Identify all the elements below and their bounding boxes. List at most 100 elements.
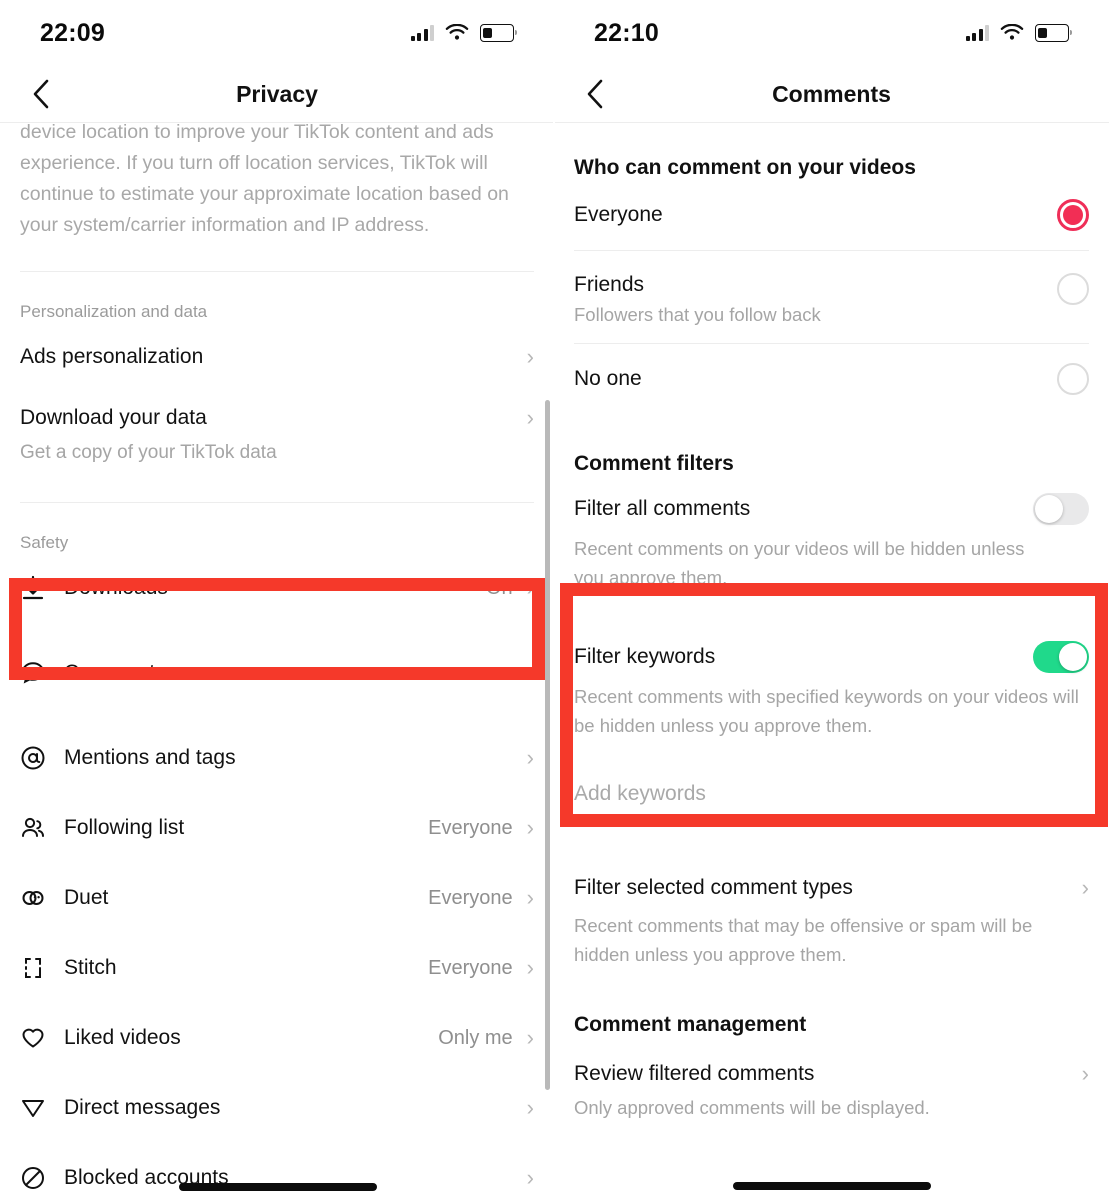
page-title-privacy: Privacy	[236, 80, 318, 107]
comment-bubble-icon	[20, 660, 64, 686]
list-item-label: Comments	[64, 661, 166, 684]
comments-scroll-body: Who can comment on your videos Everyone …	[554, 156, 1109, 1119]
toggle-knob	[1035, 495, 1063, 523]
list-item-value: Everyone	[428, 816, 513, 839]
list-item-label: Duet	[64, 886, 109, 909]
chevron-right-icon: ›	[1081, 1061, 1089, 1086]
list-item-label: Ads personalization	[20, 345, 204, 368]
chevron-right-icon: ›	[526, 344, 534, 369]
setting-filter-all-comments[interactable]: Filter all comments	[574, 486, 1089, 532]
chevron-right-icon: ›	[526, 745, 534, 770]
list-item-label: Download your data	[20, 406, 207, 429]
status-clock: 22:10	[594, 18, 659, 47]
privacy-scroll-body: device location to improve your TikTok c…	[0, 117, 554, 1200]
chevron-right-icon: ›	[526, 1095, 534, 1120]
chevron-right-icon: ›	[1081, 875, 1089, 900]
divider-2	[20, 502, 534, 503]
list-item-duet[interactable]: Duet Everyone ›	[20, 863, 534, 933]
location-description-paragraph: device location to improve your TikTok c…	[20, 121, 509, 236]
list-item-blocked-accounts[interactable]: Blocked accounts ›	[20, 1143, 534, 1200]
section-header-comment-filters: Comment filters	[574, 452, 734, 475]
section-header-who-can-comment: Who can comment on your videos	[574, 156, 916, 179]
battery-icon	[1035, 24, 1072, 42]
home-indicator-right	[732, 1182, 931, 1190]
status-bar-right: 22:10	[554, 0, 1109, 66]
chevron-right-icon: ›	[526, 660, 534, 685]
add-keywords-underline	[574, 822, 1089, 823]
stitch-icon	[20, 955, 64, 981]
radio-option-everyone[interactable]: Everyone	[574, 180, 1089, 250]
chevron-right-icon: ›	[526, 1025, 534, 1050]
send-icon	[20, 1095, 64, 1121]
list-item-review-filtered-comments[interactable]: Review filtered comments ›	[574, 1047, 1089, 1101]
radio-option-no-one[interactable]: No one	[574, 344, 1089, 414]
setting-filter-keywords[interactable]: Filter keywords	[574, 634, 1089, 680]
radio-button-everyone[interactable]	[1057, 199, 1089, 231]
screen-divider	[553, 0, 555, 1200]
list-item-download-your-data[interactable]: Download your data ›	[20, 392, 534, 444]
list-item-label: Stitch	[64, 956, 117, 979]
cellular-signal-icon	[410, 25, 434, 41]
toggle-filter-keywords[interactable]	[1033, 641, 1089, 673]
list-item-value: Everyone	[428, 956, 513, 979]
section-header-safety: Safety	[20, 533, 69, 552]
list-item-label: Review filtered comments	[574, 1062, 815, 1085]
list-item-liked-videos[interactable]: Liked videos Only me ›	[20, 1003, 534, 1073]
radio-option-label: Everyone	[574, 203, 663, 226]
wifi-icon	[445, 24, 469, 42]
radio-button-no-one[interactable]	[1057, 363, 1089, 395]
setting-sublabel-filter-all: Recent comments on your videos will be h…	[574, 538, 1025, 588]
toggle-knob	[1059, 643, 1087, 671]
download-icon	[20, 575, 64, 601]
list-item-mentions-and-tags[interactable]: Mentions and tags ›	[20, 723, 534, 793]
page-title-comments: Comments	[772, 80, 891, 107]
heart-icon	[20, 1025, 64, 1051]
list-item-ads-personalization[interactable]: Ads personalization ›	[20, 322, 534, 392]
nav-bar-right: Comments	[554, 66, 1109, 123]
add-keywords-field-wrapper[interactable]: Add keywords	[574, 782, 1089, 823]
list-item-label: Downloads	[64, 576, 168, 599]
setting-label: Filter selected comment types	[574, 876, 853, 899]
status-icons	[410, 24, 517, 42]
list-item-comments[interactable]: Comments ›	[20, 623, 534, 723]
section-header-comment-management: Comment management	[574, 1013, 807, 1036]
toggle-filter-all-comments[interactable]	[1033, 493, 1089, 525]
list-item-label: Direct messages	[64, 1096, 221, 1119]
setting-sublabel-filter-types: Recent comments that may be offensive or…	[574, 915, 1033, 965]
section-header-personalization: Personalization and data	[20, 302, 208, 321]
home-indicator-left	[179, 1183, 377, 1191]
people-icon	[20, 815, 64, 841]
status-icons	[965, 24, 1072, 42]
list-item-label: Following list	[64, 816, 185, 839]
chevron-right-icon: ›	[526, 405, 534, 430]
radio-option-label: No one	[574, 367, 642, 390]
list-item-stitch[interactable]: Stitch Everyone ›	[20, 933, 534, 1003]
status-clock: 22:09	[40, 18, 105, 47]
battery-icon	[480, 24, 517, 42]
at-sign-icon	[20, 745, 64, 771]
list-item-following-list[interactable]: Following list Everyone ›	[20, 793, 534, 863]
setting-filter-selected-comment-types[interactable]: Filter selected comment types ›	[574, 861, 1089, 915]
duet-icon	[20, 885, 64, 911]
chevron-right-icon: ›	[526, 1165, 534, 1190]
block-icon	[20, 1165, 64, 1191]
dual-screenshot-container: 22:09 Privacy device location to improve…	[0, 0, 1109, 1200]
nav-bar-left: Privacy	[0, 66, 554, 123]
comments-screen: 22:10 Comments Who can comment on your v…	[554, 0, 1109, 1200]
add-keywords-input[interactable]: Add keywords	[574, 782, 1089, 806]
list-item-sublabel: Get a copy of your TikTok data	[20, 442, 277, 463]
list-item-value: Only me	[438, 1026, 513, 1049]
list-item-label: Mentions and tags	[64, 746, 236, 769]
list-item-direct-messages[interactable]: Direct messages ›	[20, 1073, 534, 1143]
back-button-comments[interactable]	[578, 77, 612, 111]
list-item-downloads[interactable]: Downloads On ›	[20, 553, 534, 623]
list-item-label: Liked videos	[64, 1026, 181, 1049]
back-button-privacy[interactable]	[24, 77, 58, 111]
setting-sublabel-filter-keywords: Recent comments with specified keywords …	[574, 686, 1079, 736]
radio-option-friends[interactable]: Friends Followers that you follow back	[574, 251, 1089, 343]
vertical-scrollbar[interactable]	[545, 400, 550, 1090]
radio-button-friends[interactable]	[1057, 273, 1089, 305]
list-item-value: Everyone	[428, 886, 513, 909]
radio-option-label: Friends	[574, 273, 645, 296]
chevron-right-icon: ›	[526, 575, 534, 600]
